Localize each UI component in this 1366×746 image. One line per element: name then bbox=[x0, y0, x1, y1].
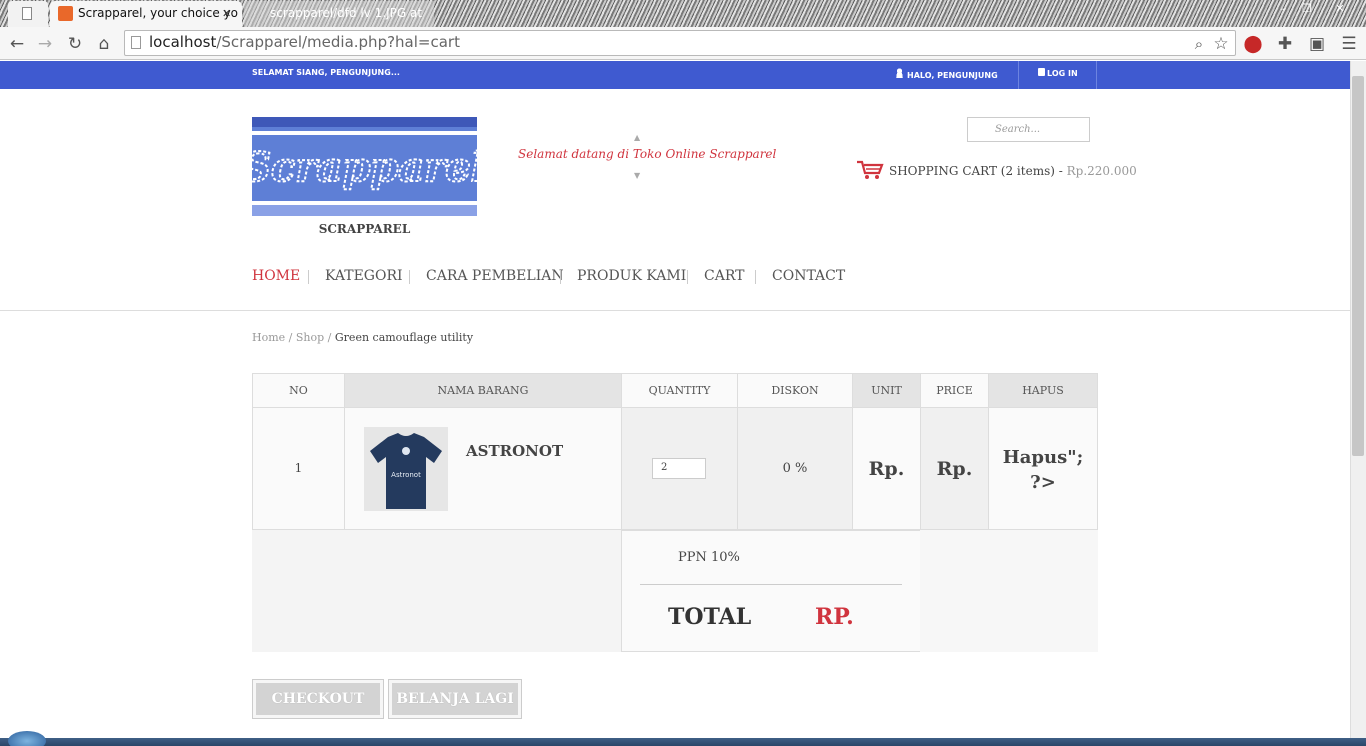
restore-icon[interactable]: ❐ bbox=[1296, 2, 1318, 16]
menu-icon[interactable]: ☰ bbox=[1338, 33, 1360, 55]
shopping-cart-summary[interactable]: SHOPPING CART (2 items) - Rp.220.000 bbox=[889, 164, 1137, 178]
divider bbox=[1096, 61, 1097, 89]
nav-divider bbox=[755, 270, 756, 284]
summary-total-panel bbox=[621, 530, 921, 652]
svg-text:Astronot: Astronot bbox=[391, 471, 421, 479]
page-icon bbox=[131, 36, 141, 49]
col-header-quantity: QUANTITY bbox=[621, 373, 738, 408]
ppn-label: PPN 10% bbox=[678, 550, 740, 565]
hapus-link[interactable]: Hapus"; ?> bbox=[995, 445, 1091, 495]
product-image[interactable]: Astronot bbox=[364, 427, 448, 511]
breadcrumb-current: Green camouflage utility bbox=[334, 331, 474, 344]
cell-no: 1 bbox=[294, 461, 303, 475]
search-input[interactable]: Search... bbox=[967, 117, 1090, 142]
adblock-icon[interactable]: ⬤ bbox=[1242, 33, 1264, 55]
browser-tab-inactive[interactable]: scrapparel/dfd lv 1.JPG at bbox=[244, 1, 434, 27]
marquee-down-icon[interactable]: ▼ bbox=[634, 171, 640, 180]
col-header-no: NO bbox=[252, 373, 345, 408]
quantity-input[interactable]: 2 bbox=[652, 458, 706, 479]
col-header-unit-price: UNIT PRICE bbox=[852, 373, 921, 430]
lock-icon bbox=[1038, 68, 1045, 76]
nav-divider bbox=[687, 270, 688, 284]
summary-right-panel bbox=[920, 530, 1098, 652]
nav-divider-line bbox=[0, 310, 1350, 311]
price-value: Rp. bbox=[936, 458, 973, 480]
back-icon[interactable]: ← bbox=[6, 33, 28, 55]
greeting-text: SELAMAT SIANG, PENGUNJUNG... bbox=[252, 68, 400, 77]
browser-tab-blank[interactable] bbox=[8, 1, 48, 27]
minimize-icon[interactable]: – bbox=[1272, 2, 1294, 16]
zoom-search-icon[interactable]: ⌕ bbox=[1188, 33, 1210, 55]
nav-kategori[interactable]: KATEGORI bbox=[325, 268, 403, 284]
login-link[interactable]: LOG IN bbox=[1038, 68, 1078, 78]
summary-left-panel bbox=[252, 530, 622, 652]
col-header-price: PRICE bbox=[920, 373, 989, 408]
logo-wordmark: Scrapparel bbox=[252, 143, 477, 192]
reload-icon[interactable]: ↻ bbox=[64, 33, 86, 55]
total-value: RP. bbox=[815, 604, 854, 630]
breadcrumb-home[interactable]: Home bbox=[252, 331, 285, 344]
nav-cart[interactable]: CART bbox=[704, 268, 744, 284]
marquee-up-icon[interactable]: ▲ bbox=[634, 133, 640, 142]
site-name: SCRAPPAREL bbox=[318, 222, 411, 236]
windows-taskbar bbox=[0, 738, 1366, 746]
product-name[interactable]: ASTRONOT bbox=[466, 442, 563, 460]
discount-value: 0 % bbox=[782, 461, 808, 476]
extension-icon[interactable]: ▣ bbox=[1306, 33, 1328, 55]
browser-tab-active[interactable]: Scrapparel, your choice yo ✕ bbox=[50, 1, 242, 27]
tab-title: Scrapparel, your choice yo bbox=[78, 6, 239, 20]
close-window-icon[interactable]: ✕ bbox=[1320, 2, 1360, 16]
divider bbox=[1018, 61, 1019, 89]
forward-icon[interactable]: → bbox=[34, 33, 56, 55]
bookmark-star-icon[interactable]: ☆ bbox=[1210, 33, 1232, 55]
windows-start-icon[interactable] bbox=[8, 731, 46, 746]
tab-title: scrapparel/dfd lv 1.JPG at bbox=[270, 6, 423, 20]
tab-close-icon[interactable]: ✕ bbox=[222, 1, 231, 26]
home-icon[interactable]: ⌂ bbox=[93, 33, 115, 55]
nav-divider bbox=[409, 270, 410, 284]
breadcrumb: Home / Shop / Green camouflage utility bbox=[252, 331, 474, 344]
col-header-diskon: DISKON bbox=[737, 373, 853, 408]
nav-divider bbox=[560, 270, 561, 284]
svg-text:Scrapparel: Scrapparel bbox=[252, 144, 477, 191]
checkout-button[interactable]: CHECKOUT bbox=[252, 679, 384, 719]
url-text[interactable]: localhost/Scrapparel/media.php?hal=cart bbox=[149, 33, 460, 51]
page-icon bbox=[22, 7, 32, 20]
user-greeting[interactable]: HALO, PENGUNJUNG bbox=[895, 68, 998, 80]
site-top-bar bbox=[0, 61, 1350, 89]
shopping-cart-icon[interactable] bbox=[856, 160, 884, 180]
user-icon bbox=[895, 68, 904, 78]
nav-contact[interactable]: CONTACT bbox=[772, 268, 845, 284]
nav-divider bbox=[308, 270, 309, 284]
nav-cara-pembelian[interactable]: CARA PEMBELIAN bbox=[426, 268, 564, 284]
tshirt-image: Astronot bbox=[364, 427, 448, 511]
welcome-marquee: Selamat datang di Toko Online Scrapparel bbox=[518, 147, 777, 161]
unit-price-value: Rp. bbox=[868, 458, 905, 480]
col-header-hapus: HAPUS bbox=[988, 373, 1098, 408]
total-label: TOTAL bbox=[668, 604, 752, 630]
col-header-nama-barang: NAMA BARANG bbox=[344, 373, 622, 408]
belanja-lagi-button[interactable]: BELANJA LAGI bbox=[388, 679, 522, 719]
nav-produk-kami[interactable]: PRODUK KAMI bbox=[577, 268, 686, 284]
extension-puzzle-icon[interactable]: ✚ bbox=[1274, 33, 1296, 55]
site-logo[interactable]: Scrapparel bbox=[252, 117, 477, 216]
summary-divider bbox=[640, 584, 902, 585]
breadcrumb-shop[interactable]: Shop bbox=[296, 331, 324, 344]
scrollbar-thumb[interactable] bbox=[1352, 76, 1364, 456]
nav-home[interactable]: HOME bbox=[252, 268, 300, 284]
xampp-favicon-icon bbox=[58, 6, 73, 21]
